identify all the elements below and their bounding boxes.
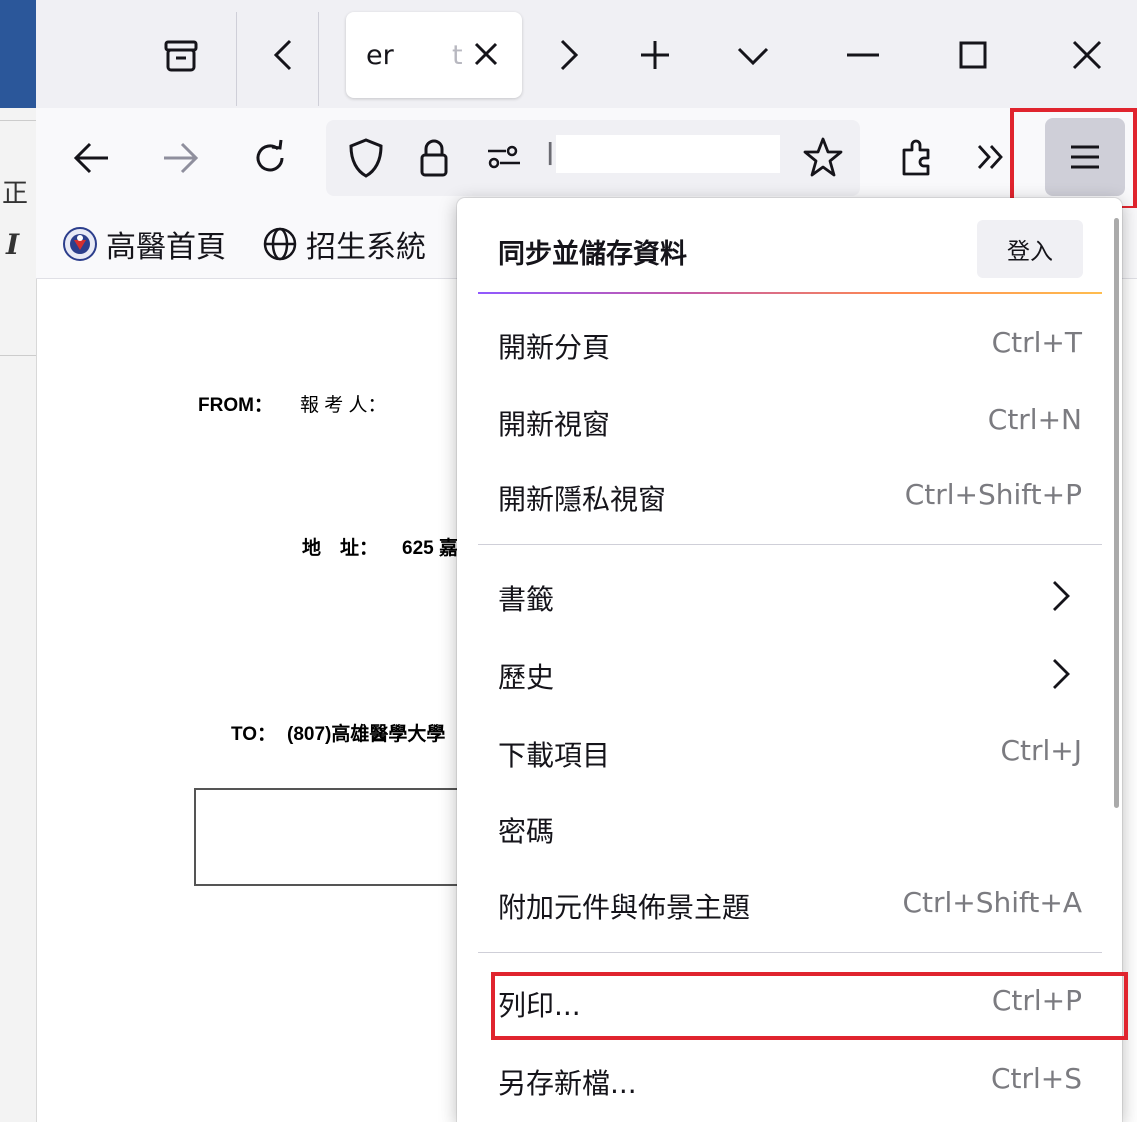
menu-item-shortcut: Ctrl+T (991, 326, 1082, 359)
chevron-right-icon (1048, 656, 1074, 696)
menu-item-shortcut: Ctrl+Shift+A (902, 886, 1082, 919)
to-value: (807)高雄醫學大學 (287, 724, 446, 745)
bookmark-label: 招生系統 (306, 230, 426, 265)
menu-item-shortcut: Ctrl+J (1000, 734, 1082, 767)
list-all-tabs-chevron-down-icon[interactable] (730, 32, 776, 78)
applicant-label: 報 考 人： (300, 395, 387, 416)
chevron-right-icon (1048, 578, 1074, 618)
bookmark-star-icon[interactable] (798, 132, 848, 182)
sync-gradient-divider (478, 292, 1102, 294)
from-label: FROM： (198, 395, 273, 416)
menu-item-label: 附加元件與佈景主題 (498, 891, 751, 924)
background-app-italic-glyph: I (6, 228, 20, 261)
tracking-protection-shield-icon[interactable] (342, 134, 390, 182)
strip-divider (0, 120, 36, 121)
active-tab[interactable]: er t (346, 12, 522, 98)
sync-title: 同步並儲存資料 (498, 239, 687, 270)
strip-divider (0, 355, 36, 356)
address-label: 地 址： (302, 538, 379, 559)
menu-item-label: 另存新檔... (498, 1067, 637, 1100)
reload-icon[interactable] (246, 134, 294, 182)
globe-icon (262, 226, 298, 262)
bookmark-item-kmu-home[interactable]: 高醫首頁 (62, 222, 226, 266)
kmu-logo-icon (62, 226, 98, 262)
menu-item-label: 開新隱私視窗 (498, 483, 667, 516)
tab-separator (236, 12, 237, 106)
tab-scroll-right-icon[interactable] (546, 32, 592, 78)
menu-item-label: 歷史 (498, 661, 555, 694)
menu-item-label: 下載項目 (498, 739, 611, 772)
menu-item-shortcut: Ctrl+S (990, 1062, 1082, 1095)
tab-scroll-left-icon[interactable] (260, 32, 306, 78)
background-app-glyph: 正 (2, 179, 29, 209)
tab-separator (318, 12, 319, 106)
sign-in-button[interactable]: 登入 (977, 220, 1083, 278)
new-tab-plus-icon[interactable] (632, 32, 678, 78)
address-value: 625 嘉 (402, 538, 458, 559)
menu-separator (478, 544, 1102, 545)
back-arrow-icon[interactable] (68, 134, 116, 182)
background-app-header (0, 0, 36, 108)
menu-item-label: 書籤 (498, 583, 555, 616)
menu-scrollbar[interactable] (1114, 218, 1119, 808)
lock-icon[interactable] (410, 134, 458, 182)
forward-arrow-icon (156, 134, 204, 182)
to-label: TO： (231, 724, 277, 745)
bookmark-label: 高醫首頁 (106, 230, 226, 265)
tab-title-faded: t (452, 40, 463, 71)
address-box (194, 788, 494, 886)
permissions-sliders-icon[interactable] (480, 134, 528, 182)
close-window-icon[interactable] (1064, 32, 1110, 78)
menu-item-shortcut: Ctrl+N (987, 403, 1082, 436)
highlight-box-menu-button (1010, 108, 1137, 210)
highlight-box-print-item (491, 972, 1128, 1040)
minimize-icon[interactable] (840, 32, 886, 78)
overflow-chevrons-icon[interactable] (970, 132, 1014, 182)
close-tab-icon[interactable] (466, 34, 506, 74)
menu-separator (478, 952, 1102, 953)
firefox-view-icon[interactable] (158, 32, 204, 78)
url-redaction (556, 135, 780, 173)
background-app-strip: 正 I (0, 0, 37, 1122)
tab-title: er (366, 40, 394, 71)
menu-item-shortcut: Ctrl+Shift+P (904, 478, 1082, 511)
menu-item-label: 開新分頁 (498, 331, 611, 364)
bookmark-item-admission-system[interactable]: 招生系統 (262, 222, 426, 266)
menu-item-label: 開新視窗 (498, 408, 611, 441)
maximize-icon[interactable] (950, 32, 996, 78)
menu-item-label: 密碼 (498, 815, 555, 848)
extensions-puzzle-icon[interactable] (892, 132, 942, 182)
